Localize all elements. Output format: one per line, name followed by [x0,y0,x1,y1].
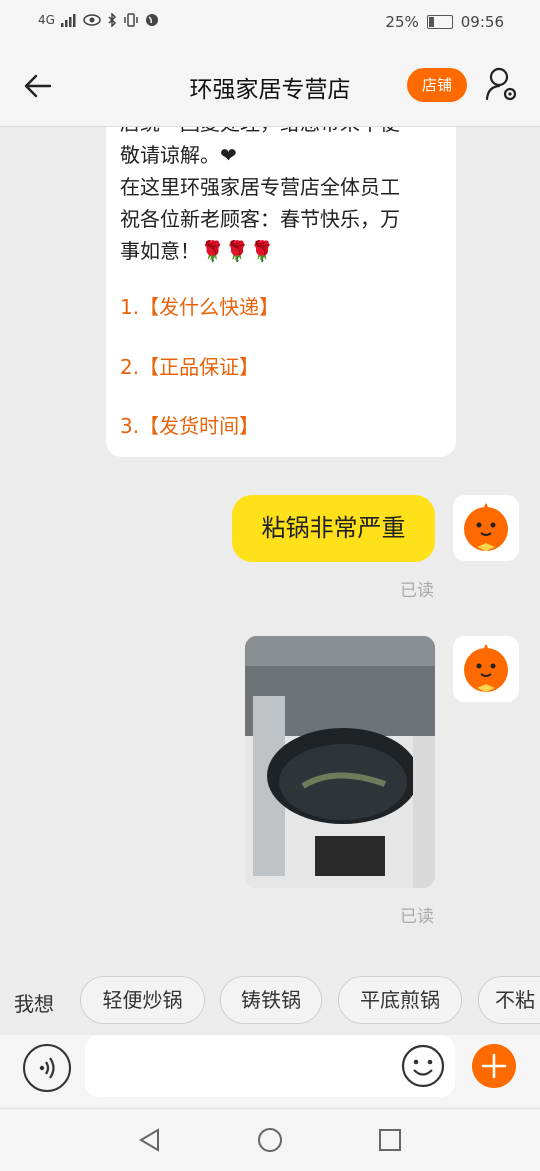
read-status: 已读 [400,581,434,601]
signal-icon [60,14,76,27]
card-line: 在这里环强家居专营店全体员工 [120,175,400,199]
suggestion-chip[interactable]: 不粘 [478,976,540,1024]
card-line: 祝各位新老顾客：春节快乐，万 [120,207,400,231]
shop-button[interactable]: 店铺 [407,68,467,102]
status-left: 4G [38,13,159,27]
bluetooth-icon [108,13,116,27]
faq-link-authentic[interactable]: 2.【正品保证】 [120,351,259,380]
network-indicator: 4G [38,13,55,27]
clock: 09:56 [460,13,504,31]
mascot-avatar-icon [453,636,519,702]
suggestion-chip[interactable]: 平底煎锅 [338,976,462,1024]
card-text: 店统一回复处理，给您带来不便 敬请谅解。❤ 在这里环强家居专营店全体员工 祝各位… [120,127,446,267]
sent-photo[interactable] [245,636,435,888]
chat-area[interactable]: 店统一回复处理，给您带来不便 敬请谅解。❤ 在这里环强家居专营店全体员工 祝各位… [0,127,540,959]
battery-percent: 25% [385,13,419,31]
status-bar: 4G 25% 09:56 [0,0,540,46]
message-input[interactable] [85,1035,455,1097]
chat-header: 环强家居专营店 店铺 [0,46,540,127]
wok-photo-icon [245,636,435,888]
avatar[interactable] [453,636,519,702]
nav-back-icon[interactable] [137,1127,163,1153]
avatar[interactable] [453,495,519,561]
globe-icon [145,14,158,26]
user-settings-icon[interactable] [484,66,520,104]
nav-home-icon[interactable] [257,1127,283,1153]
suggestion-label: 我想 [14,992,54,1016]
mascot-avatar-icon [453,495,519,561]
battery-icon [426,15,453,29]
faq-link-delivery-time[interactable]: 3.【发货时间】 [120,410,259,439]
shop-auto-reply-card: 店统一回复处理，给您带来不便 敬请谅解。❤ 在这里环强家居专营店全体员工 祝各位… [106,127,456,457]
faq-link-shipping[interactable]: 1.【发什么快递】 [120,291,279,320]
user-message-bubble[interactable]: 粘锅非常严重 [232,495,435,562]
input-bar [0,1035,540,1107]
card-line: 敬请谅解。❤ [120,143,237,167]
card-line: 事如意！🌹🌹🌹 [120,239,275,263]
eye-icon [83,14,101,26]
suggestion-chip[interactable]: 铸铁锅 [220,976,322,1024]
status-right: 25% 09:56 [385,13,504,31]
nav-recent-icon[interactable] [377,1127,403,1153]
voice-icon[interactable] [23,1044,71,1092]
suggestion-chip[interactable]: 轻便炒锅 [80,976,205,1024]
emoji-icon[interactable] [401,1044,445,1088]
plus-icon[interactable] [472,1044,516,1088]
system-nav-bar [0,1108,540,1171]
vibrate-icon [124,13,138,27]
card-line: 店统一回复处理，给您带来不便 [120,127,446,139]
read-status: 已读 [400,907,434,927]
suggestion-bar: 我想 轻便炒锅 铸铁锅 平底煎锅 不粘 [0,959,540,1041]
